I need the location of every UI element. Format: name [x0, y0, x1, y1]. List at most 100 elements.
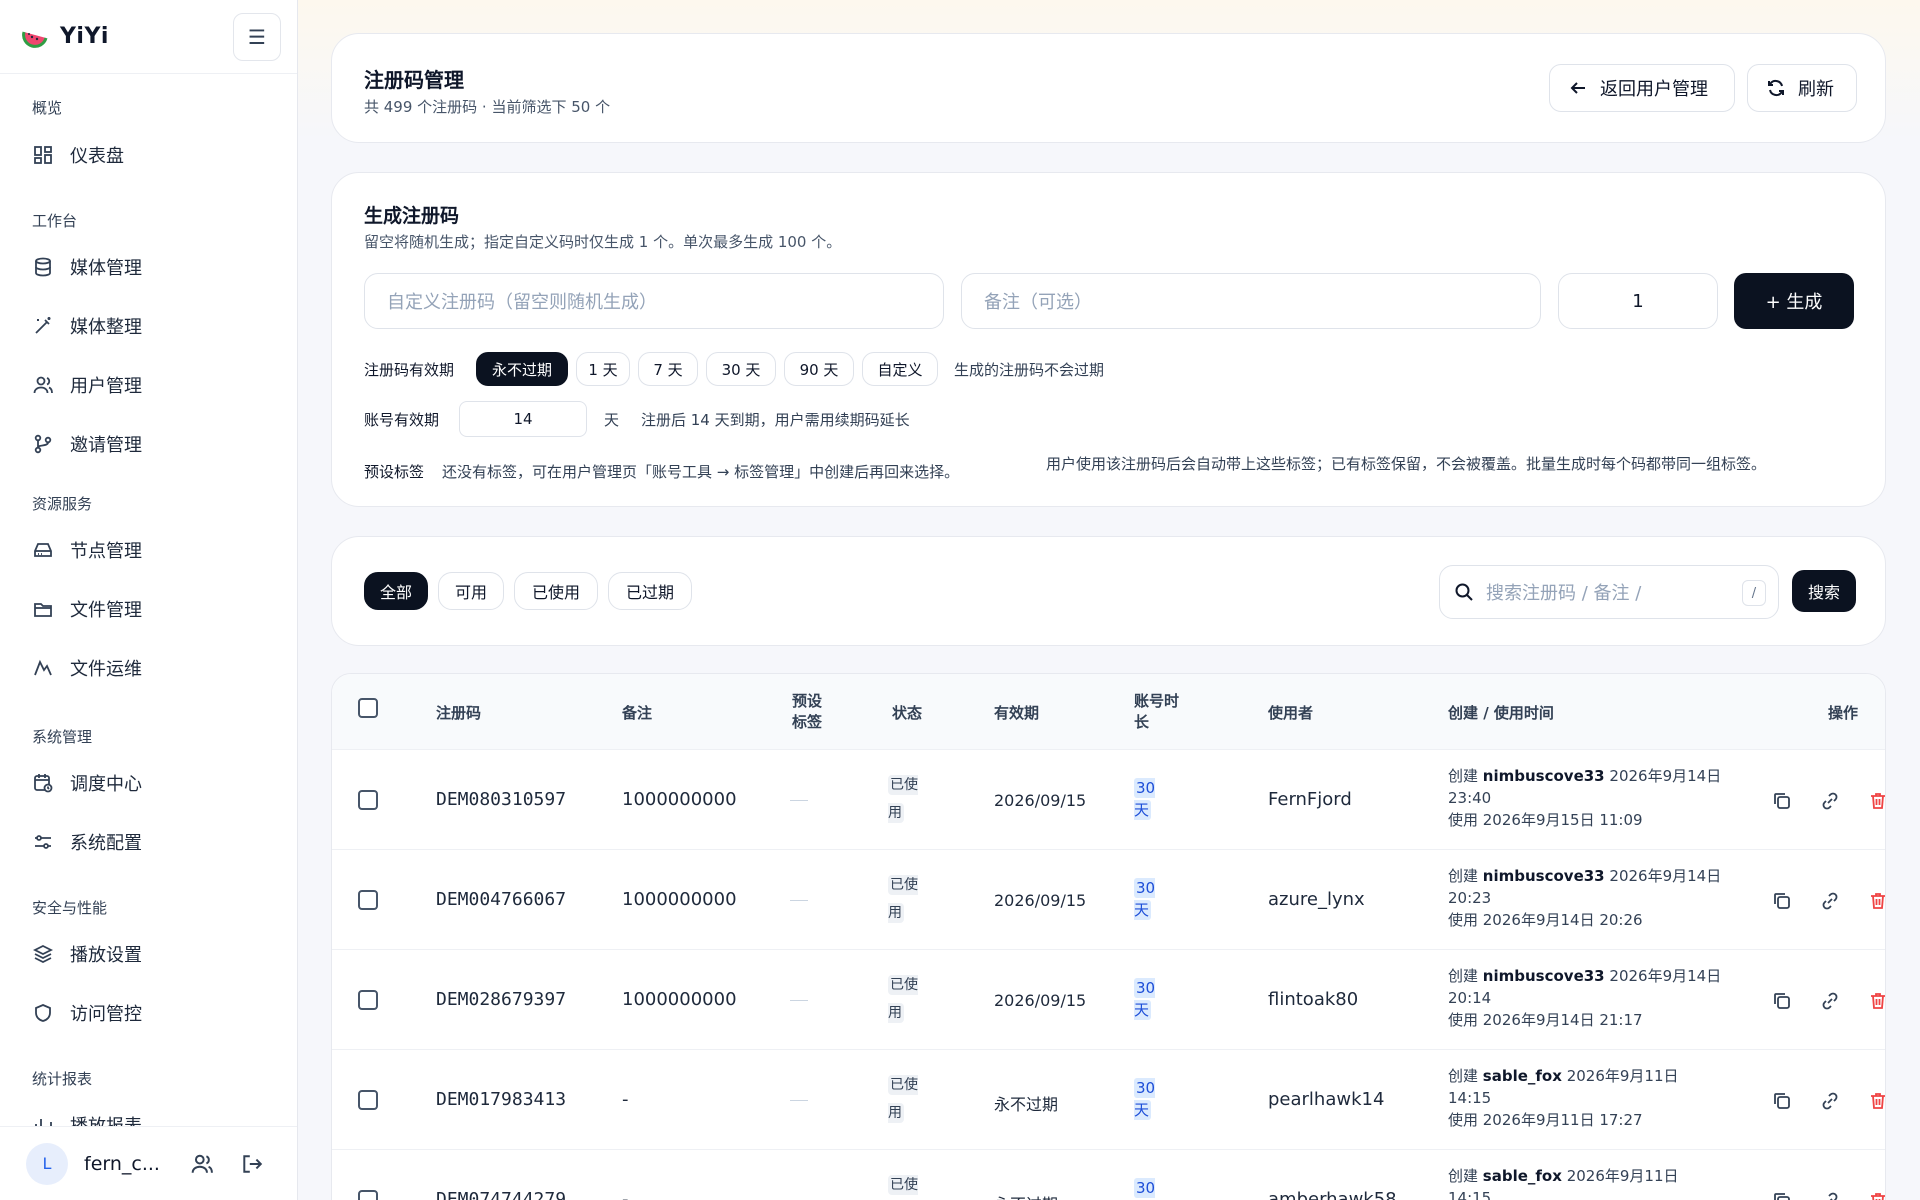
- validity-option-never[interactable]: 永不过期: [476, 352, 568, 386]
- status-badge: 已使用: [888, 1075, 918, 1123]
- sidebar-item-files[interactable]: 文件管理: [0, 580, 297, 638]
- validity-option-90d[interactable]: 90 天: [784, 352, 854, 386]
- row-checkbox[interactable]: [358, 790, 378, 810]
- row-checkbox[interactable]: [358, 1090, 378, 1110]
- sidebar-item-invites[interactable]: 邀请管理: [0, 415, 297, 473]
- link-icon[interactable]: [1817, 988, 1843, 1014]
- sidebar-item-playback-report[interactable]: 播放报表: [0, 1096, 297, 1126]
- sidebar-item-dashboard[interactable]: 仪表盘: [0, 126, 297, 184]
- share-branch-icon: [32, 433, 54, 455]
- generate-button[interactable]: + 生成: [1734, 273, 1854, 329]
- remark-input[interactable]: 备注（可选）: [961, 273, 1541, 329]
- delete-icon[interactable]: [1865, 888, 1885, 914]
- used-time: 使用 2026年9月14日 20:26: [1448, 911, 1643, 929]
- cell-remark: 1000000000: [622, 989, 737, 1010]
- validity-option-7d[interactable]: 7 天: [638, 352, 698, 386]
- sidebar-item-config[interactable]: 系统配置: [0, 813, 297, 871]
- duration-badge: 30 天: [1134, 878, 1156, 920]
- table-row[interactable]: DEM028679397 1000000000 已使用 2026/09/15 3…: [332, 950, 1885, 1050]
- delete-icon[interactable]: [1865, 1188, 1885, 1200]
- sidebar-item-label: 邀请管理: [70, 435, 142, 456]
- cell-user[interactable]: FernFjord: [1268, 789, 1352, 810]
- cell-user[interactable]: azure_lynx: [1268, 889, 1365, 910]
- cell-user[interactable]: flintoak80: [1268, 989, 1358, 1010]
- menu-toggle-button[interactable]: ☰: [233, 13, 281, 61]
- sidebar-item-users[interactable]: 用户管理: [0, 356, 297, 414]
- delete-icon[interactable]: [1865, 988, 1885, 1014]
- user-name[interactable]: fern_c...: [84, 1153, 166, 1175]
- custom-code-input[interactable]: 自定义注册码（留空则随机生成）: [364, 273, 944, 329]
- row-checkbox[interactable]: [358, 890, 378, 910]
- col-time[interactable]: 创建 / 使用时间: [1448, 702, 1554, 723]
- col-user[interactable]: 使用者: [1268, 702, 1313, 723]
- validity-option-custom[interactable]: 自定义: [862, 352, 938, 386]
- account-days-input[interactable]: 14: [459, 401, 587, 437]
- delete-icon[interactable]: [1865, 1088, 1885, 1114]
- copy-icon[interactable]: [1769, 1088, 1795, 1114]
- link-icon[interactable]: [1817, 888, 1843, 914]
- copy-icon[interactable]: [1769, 888, 1795, 914]
- sidebar-item-media-manage[interactable]: 媒体管理: [0, 238, 297, 296]
- status-badge: 已使用: [888, 775, 918, 823]
- logout-icon[interactable]: [238, 1150, 266, 1178]
- sidebar-item-media-organize[interactable]: 媒体整理: [0, 297, 297, 355]
- validity-option-1d[interactable]: 1 天: [576, 352, 630, 386]
- sidebar-item-label: 节点管理: [70, 541, 142, 562]
- sidebar-item-file-ops[interactable]: 文件运维: [0, 639, 297, 697]
- search-input[interactable]: 搜索注册码 / 备注 / /: [1439, 565, 1779, 619]
- creator-name: nimbuscove33: [1482, 967, 1605, 985]
- search-button[interactable]: 搜索: [1792, 570, 1856, 612]
- link-icon[interactable]: [1817, 1088, 1843, 1114]
- switch-user-icon[interactable]: [188, 1150, 216, 1178]
- col-actions: 操作: [1828, 704, 1859, 722]
- row-checkbox[interactable]: [358, 990, 378, 1010]
- cell-time: 创建 nimbuscove33 2026年9月14日 20:23 使用 2026…: [1448, 867, 1722, 929]
- remark-placeholder: 备注（可选）: [984, 292, 1092, 313]
- link-icon[interactable]: [1817, 1188, 1843, 1200]
- row-checkbox[interactable]: [358, 1190, 378, 1200]
- sidebar-item-access-control[interactable]: 访问管控: [0, 984, 297, 1042]
- table-row[interactable]: DEM074744279 - 已使用 永不过期 30 天 amberhawk58…: [332, 1150, 1885, 1200]
- filter-tab-available[interactable]: 可用: [438, 572, 504, 610]
- filter-tab-all[interactable]: 全部: [364, 572, 428, 610]
- sidebar-item-label: 访问管控: [70, 1004, 142, 1025]
- validity-option-30d[interactable]: 30 天: [706, 352, 776, 386]
- table-row[interactable]: DEM004766067 1000000000 已使用 2026/09/15 3…: [332, 850, 1885, 950]
- table-row[interactable]: DEM017983413 - 已使用 永不过期 30 天 pearlhawk14…: [332, 1050, 1885, 1150]
- cell-remark: -: [622, 1089, 629, 1110]
- cell-code: DEM004766067: [436, 889, 567, 910]
- copy-icon[interactable]: [1769, 788, 1795, 814]
- select-all-checkbox[interactable]: [358, 698, 378, 718]
- delete-icon[interactable]: [1865, 788, 1885, 814]
- nav-group-resources: 资源服务: [32, 495, 93, 513]
- link-icon[interactable]: [1817, 788, 1843, 814]
- sidebar-item-playback-settings[interactable]: 播放设置: [0, 925, 297, 983]
- cell-user[interactable]: pearlhawk14: [1268, 1089, 1384, 1110]
- back-to-users-button[interactable]: 返回用户管理: [1549, 64, 1735, 112]
- used-time: 使用 2026年9月15日 11:09: [1448, 811, 1643, 829]
- table-row[interactable]: DEM080310597 1000000000 已使用 2026/09/15 3…: [332, 750, 1885, 850]
- copy-icon[interactable]: [1769, 988, 1795, 1014]
- sidebar-item-scheduler[interactable]: 调度中心: [0, 754, 297, 812]
- col-code[interactable]: 注册码: [436, 702, 481, 723]
- cell-user[interactable]: amberhawk58: [1268, 1189, 1397, 1200]
- sidebar-item-label: 用户管理: [70, 376, 142, 397]
- col-validity[interactable]: 有效期: [994, 702, 1039, 723]
- cell-code: DEM074744279: [436, 1189, 567, 1200]
- count-input[interactable]: 1: [1558, 273, 1718, 329]
- server-icon: [32, 539, 54, 561]
- nav-group-system: 系统管理: [32, 728, 93, 746]
- account-validity-note: 注册后 14 天到期，用户需用续期码延长: [641, 411, 910, 429]
- col-status[interactable]: 状态: [892, 702, 922, 723]
- refresh-button[interactable]: 刷新: [1747, 64, 1857, 112]
- used-time: 使用 2026年9月11日 17:27: [1448, 1111, 1643, 1129]
- col-remark[interactable]: 备注: [622, 702, 652, 723]
- col-preset-tags[interactable]: 预设标签: [792, 691, 828, 733]
- col-account-duration[interactable]: 账号时长: [1134, 691, 1188, 733]
- filter-tab-used[interactable]: 已使用: [514, 572, 598, 610]
- copy-icon[interactable]: [1769, 1188, 1795, 1200]
- filter-tab-expired[interactable]: 已过期: [608, 572, 692, 610]
- layers-icon: [32, 943, 54, 965]
- avatar[interactable]: L: [26, 1142, 68, 1185]
- sidebar-item-nodes[interactable]: 节点管理: [0, 521, 297, 579]
